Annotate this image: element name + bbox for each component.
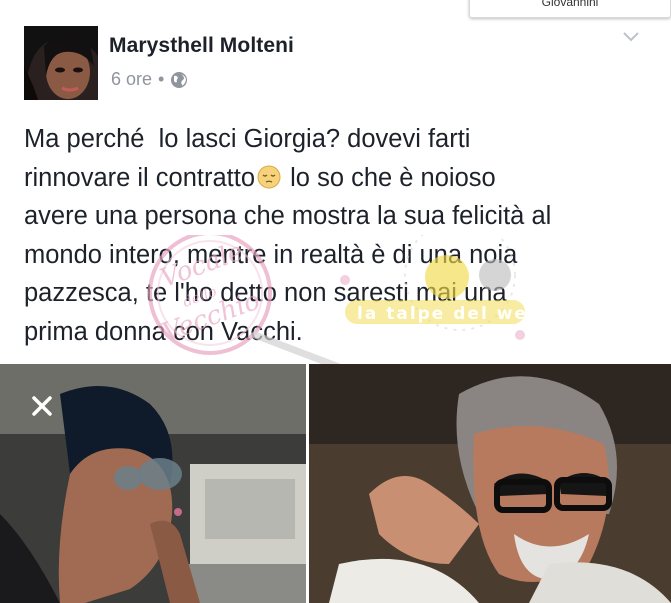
post-text-fragment: rinnovare il contratto [24,163,256,192]
post-text-line: avere una persona che mostra la sua feli… [24,202,552,230]
photo-collage [0,364,671,603]
photo-left[interactable] [0,364,306,603]
post-text: Ma perché lo lasci Giorgia? dovevi farti… [24,120,654,351]
author-name[interactable]: Marysthell Molteni [109,34,294,58]
post-text-line: rinnovare il contratto lo so che è noios… [24,159,654,198]
avatar[interactable] [24,26,98,100]
post-text-fragment: lo so che è noioso [283,163,496,192]
globe-icon[interactable] [170,71,188,89]
meta-separator: • [158,69,165,89]
post-text-line: prima donna con Vacchi. [24,317,303,346]
post-text-line: Ma perché lo lasci Giorgia? dovevi farti [24,125,471,153]
partial-tab-label: Giovannini [541,0,599,9]
close-icon[interactable] [24,388,60,424]
post-meta: 6 ore • [111,69,188,90]
photo-right[interactable] [309,364,671,603]
post-text-line: mondo intero, mentre in realtà è di una … [24,240,518,269]
post-card: Giovannini Marysthell Molteni 6 ore • Ma… [0,0,671,603]
pensive-face-emoji [257,165,281,189]
post-timestamp[interactable]: 6 ore [111,69,152,90]
chevron-down-icon[interactable] [623,32,639,42]
post-text-line: pazzesca, te l'ho detto non saresti mai … [24,279,507,307]
partial-tab[interactable]: Giovannini [469,0,671,18]
